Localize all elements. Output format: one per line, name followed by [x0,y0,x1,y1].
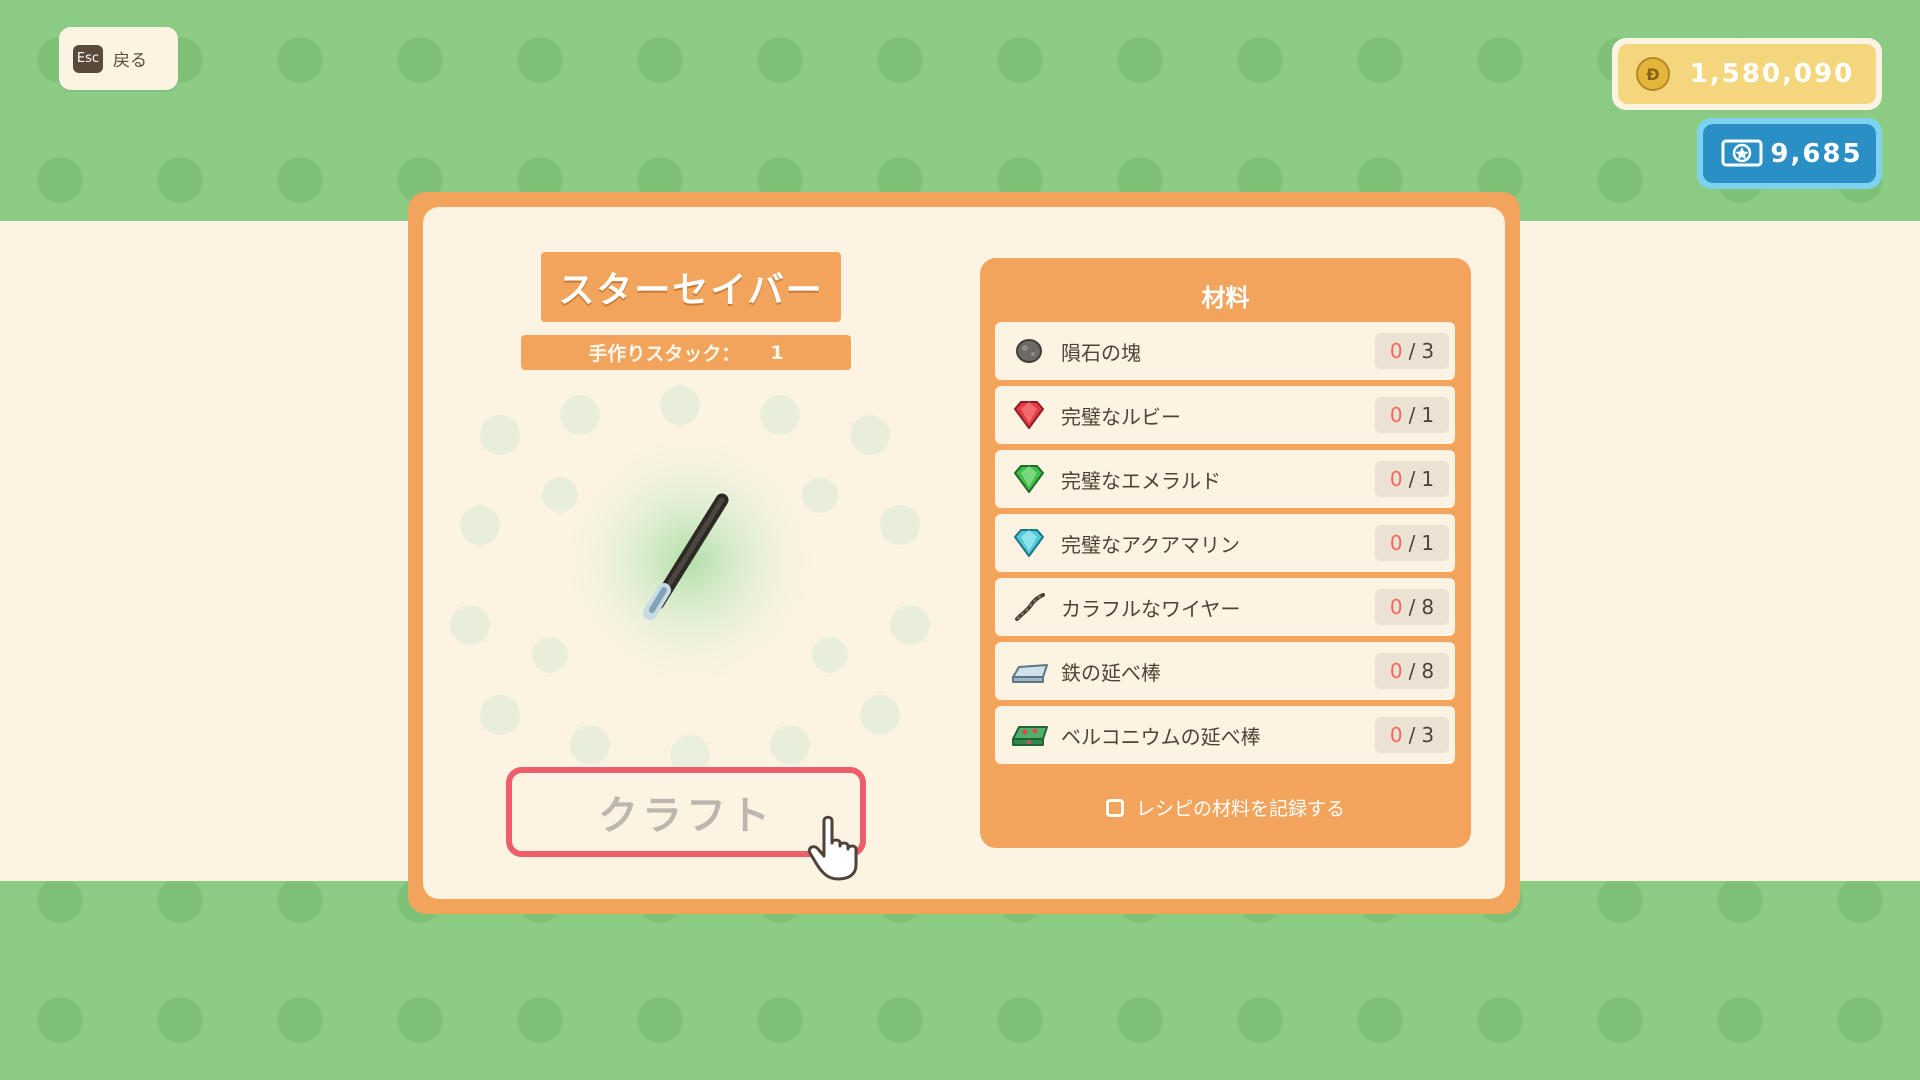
material-name: 完璧なエメラルド [1061,468,1221,493]
item-preview [450,385,930,775]
wire-icon [1015,593,1045,621]
material-row: 完璧なアクアマリン 0 / 1 [995,514,1455,572]
material-name: 鉄の延べ棒 [1061,660,1161,685]
crafting-screen: Esc 戻る Đ 1,580,090 9,685 スターセイバー 手作りスタック… [0,0,1920,1080]
material-required: 3 [1421,723,1435,747]
material-row: 鉄の延べ棒 0 / 8 [995,642,1455,700]
material-owned: 0 [1389,723,1403,747]
material-required: 1 [1421,403,1435,427]
hand-pointer-icon [807,815,858,881]
craft-stack-label: 手作りスタック： [588,343,741,365]
material-name: カラフルなワイヤー [1061,596,1241,621]
material-owned: 0 [1389,531,1403,555]
aquamarine-icon [1014,529,1044,557]
material-owned: 0 [1389,403,1403,427]
material-count: 0 / 3 [1375,333,1449,369]
material-owned: 0 [1389,467,1403,491]
record-recipe-toggle[interactable]: レシピの材料を記録する [980,794,1471,821]
material-name: 隕石の塊 [1061,340,1141,365]
coin-icon: Đ [1636,57,1670,91]
back-button[interactable]: Esc 戻る [59,27,178,90]
material-count: 0 / 8 [1375,653,1449,689]
material-row: 完璧なルビー 0 / 1 [995,386,1455,444]
ticket-icon [1721,139,1763,167]
emerald-icon [1014,465,1044,493]
material-owned: 0 [1389,339,1403,363]
material-separator: / [1408,723,1416,747]
ruby-icon [1014,401,1044,429]
materials-panel: 材料 隕石の塊 0 / 3 完璧なルビー 0 / 1 完璧なエメラルド 0 / … [980,258,1471,848]
material-name: ベルコニウムの延べ棒 [1061,724,1261,749]
record-recipe-label: レシピの材料を記録する [1135,798,1345,820]
material-owned: 0 [1389,595,1403,619]
materials-title: 材料 [1201,284,1250,312]
coin-counter-inner: Đ 1,580,090 [1618,44,1876,104]
material-separator: / [1408,659,1416,683]
ticket-value: 9,685 [1770,138,1863,169]
material-required: 8 [1421,595,1435,619]
material-name: 完璧なルビー [1061,404,1181,429]
material-separator: / [1408,339,1416,363]
material-owned: 0 [1389,659,1403,683]
material-row: カラフルなワイヤー 0 / 8 [995,578,1455,636]
material-required: 1 [1421,531,1435,555]
material-required: 8 [1421,659,1435,683]
material-count: 0 / 3 [1375,717,1449,753]
esc-key-icon: Esc [73,44,103,73]
material-separator: / [1408,403,1416,427]
back-label: 戻る [113,51,147,71]
ticket-counter: 9,685 [1697,118,1882,189]
iron-bar-icon [1012,664,1048,683]
material-count: 0 / 1 [1375,397,1449,433]
item-name: スターセイバー [541,252,841,322]
coin-value: 1,580,090 [1689,59,1855,89]
material-name: 完璧なアクアマリン [1061,532,1240,557]
material-separator: / [1408,467,1416,491]
material-separator: / [1408,531,1416,555]
material-row: 隕石の塊 0 / 3 [995,322,1455,380]
belconium-bar-icon [1012,726,1048,746]
craft-stack-value: 1 [770,341,784,364]
material-row: ベルコニウムの延べ棒 0 / 3 [995,706,1455,764]
material-required: 1 [1421,467,1435,491]
record-recipe-checkbox[interactable] [1105,798,1124,817]
meteorite-icon [1016,339,1042,363]
coin-counter: Đ 1,580,090 [1612,38,1882,110]
material-count: 0 / 1 [1375,525,1449,561]
material-separator: / [1408,595,1416,619]
material-row: 完璧なエメラルド 0 / 1 [995,450,1455,508]
material-count: 0 / 8 [1375,589,1449,625]
craft-stack: 手作りスタック： 1 [521,335,851,370]
material-required: 3 [1421,339,1435,363]
material-count: 0 / 1 [1375,461,1449,497]
ticket-counter-inner: 9,685 [1703,124,1876,183]
